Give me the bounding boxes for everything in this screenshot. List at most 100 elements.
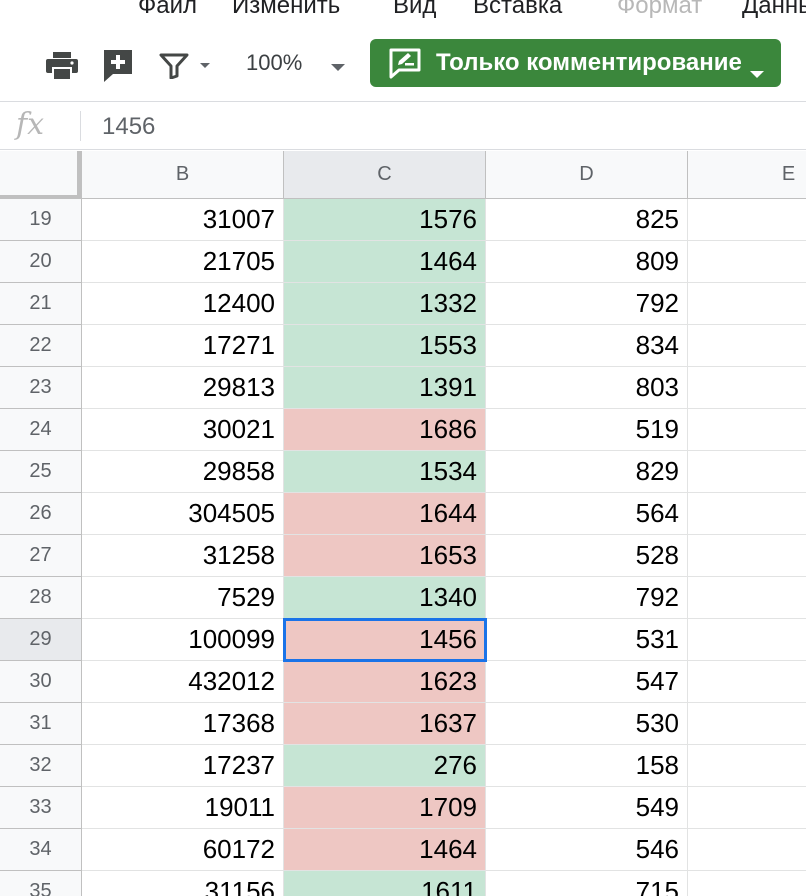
cell-c[interactable]: 1686: [284, 409, 486, 451]
cell-b[interactable]: 17271: [82, 325, 284, 367]
cell-c[interactable]: 276: [284, 745, 486, 787]
cell-b[interactable]: 17237: [82, 745, 284, 787]
row-header[interactable]: 29: [0, 619, 82, 661]
zoom-dropdown-arrow[interactable]: [330, 60, 346, 78]
column-header-d[interactable]: D: [486, 151, 688, 199]
cell-b[interactable]: 21705: [82, 241, 284, 283]
cell-b[interactable]: 29858: [82, 451, 284, 493]
add-comment-button[interactable]: [100, 48, 136, 84]
cell-c[interactable]: 1637: [284, 703, 486, 745]
cell-d[interactable]: 834: [486, 325, 688, 367]
menu-edit[interactable]: Изменить: [232, 0, 340, 20]
row-header[interactable]: 19: [0, 199, 82, 241]
cell-d[interactable]: 803: [486, 367, 688, 409]
row-header[interactable]: 27: [0, 535, 82, 577]
row-header[interactable]: 28: [0, 577, 82, 619]
cell-c[interactable]: 1332: [284, 283, 486, 325]
cell-b[interactable]: 432012: [82, 661, 284, 703]
cell-d[interactable]: 158: [486, 745, 688, 787]
cell-e[interactable]: [688, 535, 806, 577]
row-header[interactable]: 22: [0, 325, 82, 367]
row-header[interactable]: 24: [0, 409, 82, 451]
cell-e[interactable]: [688, 199, 806, 241]
filter-button[interactable]: [156, 48, 192, 84]
row-header[interactable]: 23: [0, 367, 82, 409]
cell-d[interactable]: 792: [486, 577, 688, 619]
cell-e[interactable]: [688, 787, 806, 829]
cell-e[interactable]: [688, 871, 806, 896]
cell-d[interactable]: 715: [486, 871, 688, 896]
cell-e[interactable]: [688, 577, 806, 619]
cell-e[interactable]: [688, 283, 806, 325]
menu-file[interactable]: Файл: [138, 0, 197, 20]
cell-d[interactable]: 549: [486, 787, 688, 829]
select-all-corner[interactable]: [0, 151, 83, 201]
cell-e[interactable]: [688, 619, 806, 661]
row-header[interactable]: 26: [0, 493, 82, 535]
column-header-b[interactable]: B: [82, 151, 284, 199]
cell-e[interactable]: [688, 241, 806, 283]
print-button[interactable]: [44, 48, 80, 84]
cell-c[interactable]: 1611: [284, 871, 486, 896]
cell-e[interactable]: [688, 661, 806, 703]
cell-c[interactable]: 1534: [284, 451, 486, 493]
menu-format[interactable]: Формат: [617, 0, 702, 20]
row-header[interactable]: 30: [0, 661, 82, 703]
row-header[interactable]: 25: [0, 451, 82, 493]
cell-b[interactable]: 17368: [82, 703, 284, 745]
row-header[interactable]: 32: [0, 745, 82, 787]
cell-d[interactable]: 531: [486, 619, 688, 661]
cell-b[interactable]: 12400: [82, 283, 284, 325]
cell-c[interactable]: 1709: [284, 787, 486, 829]
cell-c[interactable]: 1653: [284, 535, 486, 577]
cell-d[interactable]: 530: [486, 703, 688, 745]
menu-insert[interactable]: Вставка: [473, 0, 562, 20]
row-header[interactable]: 35: [0, 871, 82, 896]
cell-e[interactable]: [688, 745, 806, 787]
row-header[interactable]: 33: [0, 787, 82, 829]
zoom-select[interactable]: 100%: [246, 48, 302, 78]
formula-input[interactable]: 1456: [102, 113, 155, 141]
cell-c[interactable]: 1391: [284, 367, 486, 409]
cell-d[interactable]: 528: [486, 535, 688, 577]
cell-e[interactable]: [688, 325, 806, 367]
cell-d[interactable]: 792: [486, 283, 688, 325]
column-header-c[interactable]: C: [284, 151, 486, 199]
cell-d[interactable]: 546: [486, 829, 688, 871]
cell-e[interactable]: [688, 409, 806, 451]
row-header[interactable]: 31: [0, 703, 82, 745]
cell-c[interactable]: 1340: [284, 577, 486, 619]
cell-b[interactable]: 31156: [82, 871, 284, 896]
row-header[interactable]: 21: [0, 283, 82, 325]
cell-b[interactable]: 31258: [82, 535, 284, 577]
cell-c[interactable]: 1576: [284, 199, 486, 241]
row-header[interactable]: 34: [0, 829, 82, 871]
menu-view[interactable]: Вид: [393, 0, 436, 20]
cell-e[interactable]: [688, 829, 806, 871]
cell-e[interactable]: [688, 367, 806, 409]
cell-d[interactable]: 519: [486, 409, 688, 451]
cell-b[interactable]: 7529: [82, 577, 284, 619]
cell-d[interactable]: 809: [486, 241, 688, 283]
cell-d[interactable]: 829: [486, 451, 688, 493]
cell-b[interactable]: 29813: [82, 367, 284, 409]
selected-cell[interactable]: 1456: [283, 618, 487, 662]
cell-d[interactable]: 564: [486, 493, 688, 535]
cell-b[interactable]: 31007: [82, 199, 284, 241]
cell-c[interactable]: 1644: [284, 493, 486, 535]
cell-c[interactable]: 1464: [284, 241, 486, 283]
cell-b[interactable]: 304505: [82, 493, 284, 535]
menu-data[interactable]: Данные: [742, 0, 806, 20]
cell-b[interactable]: 30021: [82, 409, 284, 451]
cell-c[interactable]: 1464: [284, 829, 486, 871]
cell-b[interactable]: 100099: [82, 619, 284, 661]
comment-only-mode-button[interactable]: Только комментирование: [370, 39, 781, 87]
row-header[interactable]: 20: [0, 241, 82, 283]
filter-options-button[interactable]: [192, 48, 218, 84]
cell-d[interactable]: 825: [486, 199, 688, 241]
cell-e[interactable]: [688, 493, 806, 535]
column-header-e[interactable]: E: [688, 151, 806, 199]
cell-c[interactable]: 1553: [284, 325, 486, 367]
cell-e[interactable]: [688, 451, 806, 493]
cell-c[interactable]: 1623: [284, 661, 486, 703]
